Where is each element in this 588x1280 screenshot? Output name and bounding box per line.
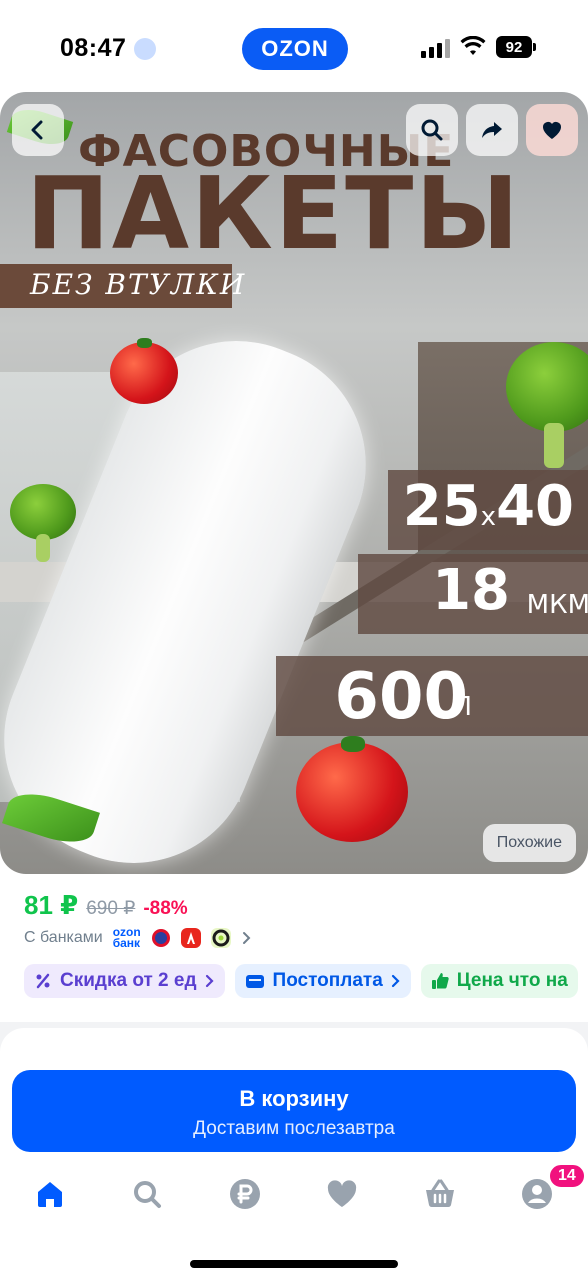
tab-finance[interactable]: [227, 1176, 263, 1212]
spec-size: 25x40: [402, 474, 574, 539]
thumbs-up-icon: [431, 973, 449, 989]
product-image[interactable]: ФАСОВОЧНЫЕ ПАКЕТЫ БЕЗ ВТУЛКИ 25x40 18 МК…: [0, 92, 588, 874]
home-icon: [38, 1182, 62, 1207]
tomato-illustration: [296, 736, 408, 842]
chevron-right-icon: [205, 974, 214, 988]
signal-icon: [421, 38, 451, 58]
chip-postpay[interactable]: Постоплата: [234, 964, 411, 998]
spec-thickness: 18: [432, 558, 510, 623]
current-price: 81 ₽: [24, 890, 79, 920]
tab-favorites[interactable]: [324, 1176, 360, 1212]
home-indicator: [190, 1260, 398, 1268]
share-icon: [482, 122, 502, 138]
bottom-tabbar: [0, 1166, 588, 1226]
status-bar: 08:47 OZON 92: [0, 0, 588, 92]
ozon-logo: OZON: [242, 28, 348, 70]
spec-volume: 600: [334, 660, 468, 734]
wallet-icon: [245, 975, 264, 988]
cart-count-badge: 14: [548, 1163, 586, 1189]
ruble-icon: [230, 1179, 260, 1209]
tomato-illustration: [110, 338, 178, 404]
product-subtitle: БЕЗ ВТУЛКИ: [30, 268, 247, 301]
status-time: 08:47: [60, 34, 127, 62]
price-row: 81 ₽ 690 ₽ -88%: [24, 890, 188, 921]
add-to-cart-label: В корзину: [239, 1086, 349, 1111]
search-icon: [134, 1181, 161, 1208]
offers-chips: Скидка от 2 ед Постоплата Цена что на: [24, 964, 578, 998]
chevron-right-icon: [391, 974, 400, 988]
favorite-button[interactable]: [526, 104, 578, 156]
search-icon: [421, 119, 443, 141]
heart-icon: [543, 122, 561, 139]
spec-volume-unit: Л: [452, 692, 472, 722]
chip-multi-discount[interactable]: Скидка от 2 ед: [24, 964, 225, 998]
banks-row[interactable]: С банками ozon банк: [24, 926, 253, 950]
tab-home[interactable]: [32, 1176, 68, 1212]
bank-logo-icon: [180, 928, 201, 948]
discount-badge: -88%: [143, 898, 188, 919]
back-icon: [31, 120, 43, 140]
ozon-bank-logo: ozon банк: [112, 925, 141, 950]
similar-button[interactable]: Похожие: [482, 824, 576, 862]
wifi-icon: [460, 36, 486, 55]
delivery-label: Доставим послезавтра: [193, 1118, 395, 1139]
tab-cart[interactable]: [422, 1176, 458, 1212]
bank-logo-icon: [150, 928, 171, 948]
heart-icon: [327, 1180, 357, 1207]
battery-icon: 92: [496, 36, 536, 58]
share-button[interactable]: [466, 104, 518, 156]
spec-thickness-unit: МКМ: [526, 590, 588, 620]
product-screen: 08:47 OZON 92 ФАСОВОЧНЫЕ ПАКЕТЫ БЕЗ ВТУЛ…: [0, 0, 588, 1280]
product-title-line2: ПАКЕТЫ: [26, 155, 521, 272]
location-icon: [134, 38, 156, 60]
chevron-right-icon: [242, 932, 251, 944]
search-button[interactable]: [406, 104, 458, 156]
bank-logo-icon: [210, 928, 231, 948]
profile-icon: [522, 1179, 552, 1209]
percent-icon: [36, 973, 50, 989]
old-price: 690 ₽: [86, 898, 136, 919]
chip-price-promo[interactable]: Цена что на: [420, 964, 578, 998]
add-to-cart-button[interactable]: В корзину Доставим послезавтра: [12, 1070, 576, 1152]
broccoli-illustration: [10, 484, 76, 563]
basket-icon: [426, 1179, 454, 1208]
banks-label: С банками: [24, 929, 103, 946]
tab-search[interactable]: [129, 1176, 165, 1212]
bottom-card: [0, 1028, 588, 1280]
back-button[interactable]: [12, 104, 64, 156]
